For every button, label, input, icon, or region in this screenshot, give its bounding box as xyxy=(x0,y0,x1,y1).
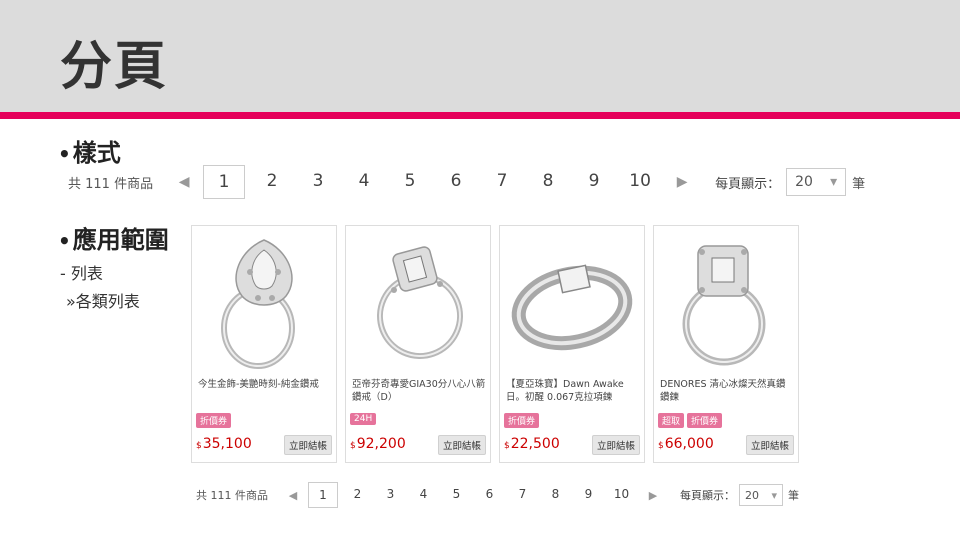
bullet-dot: • xyxy=(58,142,71,166)
currency-symbol: $ xyxy=(350,441,356,451)
slide-title: 分頁 xyxy=(60,37,169,97)
chevron-down-icon: ▾ xyxy=(771,488,777,502)
product-tag: 折價券 xyxy=(196,413,232,428)
sub-bullet-list: - 列表 xyxy=(60,264,103,283)
per-page-value: 20 xyxy=(745,488,759,502)
currency-symbol: $ xyxy=(196,441,202,451)
product-tag: 超取 xyxy=(658,413,685,428)
product-tag: 24H xyxy=(350,413,377,425)
price-value: 92,200 xyxy=(356,436,406,452)
item-count: 共 111 件商品 xyxy=(68,176,154,192)
product-tags: 超取 折價券 xyxy=(658,413,723,428)
price-value: 35,100 xyxy=(202,436,252,452)
page-10[interactable]: 10 xyxy=(605,482,638,508)
page-4[interactable]: 4 xyxy=(407,482,440,508)
product-card[interactable]: DENORES 清心冰燦天然真鑽鑽鍊 超取 折價券 $66,000 立即結帳 xyxy=(653,225,799,463)
checkout-button[interactable]: 立即結帳 xyxy=(745,435,794,455)
per-page-select[interactable]: 20 ▾ xyxy=(786,168,847,196)
currency-symbol: $ xyxy=(504,441,510,451)
page-4[interactable]: 4 xyxy=(341,165,387,199)
page-9[interactable]: 9 xyxy=(572,482,605,508)
page-3[interactable]: 3 xyxy=(374,482,407,508)
page-10[interactable]: 10 xyxy=(617,165,663,199)
product-name[interactable]: 亞帝芬奇專愛GIA30分八心八箭鑽戒（D） xyxy=(352,378,486,404)
checkout-button[interactable]: 立即結帳 xyxy=(437,435,486,455)
bullet-scope-label: 應用範圍 xyxy=(72,226,169,254)
page-8[interactable]: 8 xyxy=(525,165,571,199)
per-page-label: 每頁顯示： xyxy=(715,176,781,192)
product-card[interactable]: 【夏亞珠寶】Dawn Awake 日。初醒 0.067克拉項鍊 折價券 $22,… xyxy=(499,225,645,463)
per-page-unit: 筆 xyxy=(852,176,866,192)
sub-sub-bullet-lists: »各類列表 xyxy=(66,292,140,311)
product-tags: 折價券 xyxy=(504,413,540,428)
product-tags: 折價券 xyxy=(196,413,232,428)
product-tag: 折價券 xyxy=(504,413,540,428)
ring-image xyxy=(682,245,766,366)
bullet-style: •樣式 xyxy=(58,133,121,168)
checkout-button[interactable]: 立即結帳 xyxy=(283,435,332,455)
price-value: 22,500 xyxy=(510,436,560,452)
page-7[interactable]: 7 xyxy=(479,165,525,199)
product-price: $35,100 xyxy=(196,436,252,452)
page-5[interactable]: 5 xyxy=(440,482,473,508)
page-2[interactable]: 2 xyxy=(341,482,374,508)
page-5[interactable]: 5 xyxy=(387,165,433,199)
product-price: $92,200 xyxy=(350,436,406,452)
prev-page-icon[interactable]: ◀ xyxy=(278,489,308,502)
page-6[interactable]: 6 xyxy=(473,482,506,508)
per-page-select[interactable]: 20 ▾ xyxy=(739,484,783,506)
ring-image xyxy=(377,246,463,359)
per-page-unit: 筆 xyxy=(788,489,799,502)
product-tags: 24H xyxy=(350,413,377,425)
price-value: 66,000 xyxy=(664,436,714,452)
product-price: $22,500 xyxy=(504,436,560,452)
page-8[interactable]: 8 xyxy=(539,482,572,508)
product-tag: 折價券 xyxy=(687,413,723,428)
slide: 分頁 •樣式 共 111 件商品 ◀ 1 2 3 4 5 6 7 8 9 10 … xyxy=(0,0,960,540)
ring-image xyxy=(511,264,633,351)
bullet-dot: • xyxy=(58,229,71,253)
product-grid: 今生金飾-美艷時刻-純金鑽戒 折價券 $35,100 立即結帳 亞帝芬奇專愛GI… xyxy=(191,225,799,463)
prev-page-icon[interactable]: ◀ xyxy=(165,174,203,190)
bullet-style-label: 樣式 xyxy=(72,139,121,167)
page-1-current[interactable]: 1 xyxy=(308,482,338,508)
checkout-button[interactable]: 立即結帳 xyxy=(591,435,640,455)
product-name[interactable]: DENORES 清心冰燦天然真鑽鑽鍊 xyxy=(660,378,794,404)
per-page-value: 20 xyxy=(795,174,813,190)
page-1-current[interactable]: 1 xyxy=(203,165,246,199)
bullet-scope: •應用範圍 xyxy=(58,220,169,255)
currency-symbol: $ xyxy=(658,441,664,451)
next-page-icon[interactable]: ▶ xyxy=(638,489,668,502)
product-card[interactable]: 亞帝芬奇專愛GIA30分八心八箭鑽戒（D） 24H $92,200 立即結帳 xyxy=(345,225,491,463)
pagination-large: 共 111 件商品 ◀ 1 2 3 4 5 6 7 8 9 10 ▶ 每頁顯示：… xyxy=(68,165,865,199)
page-2[interactable]: 2 xyxy=(249,165,295,199)
pagination-small: 共 111 件商品 ◀ 1 2 3 4 5 6 7 8 9 10 ▶ 每頁顯示：… xyxy=(196,482,799,508)
item-count: 共 111 件商品 xyxy=(196,489,268,502)
product-card[interactable]: 今生金飾-美艷時刻-純金鑽戒 折價券 $35,100 立即結帳 xyxy=(191,225,337,463)
page-7[interactable]: 7 xyxy=(506,482,539,508)
next-page-icon[interactable]: ▶ xyxy=(663,174,701,190)
product-name[interactable]: 今生金飾-美艷時刻-純金鑽戒 xyxy=(198,378,332,391)
title-accent-rule xyxy=(0,112,960,119)
page-6[interactable]: 6 xyxy=(433,165,479,199)
page-3[interactable]: 3 xyxy=(295,165,341,199)
ring-image xyxy=(221,239,295,369)
product-price: $66,000 xyxy=(658,436,714,452)
page-9[interactable]: 9 xyxy=(571,165,617,199)
per-page-label: 每頁顯示： xyxy=(680,489,735,502)
chevron-down-icon: ▾ xyxy=(830,174,838,190)
product-name[interactable]: 【夏亞珠寶】Dawn Awake 日。初醒 0.067克拉項鍊 xyxy=(506,378,640,404)
